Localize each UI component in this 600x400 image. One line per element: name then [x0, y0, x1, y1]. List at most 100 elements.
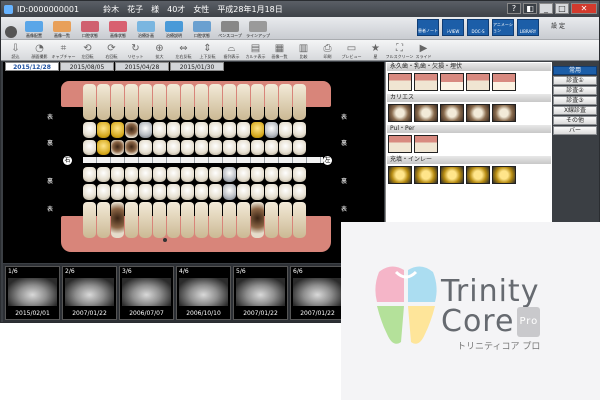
xray-thumbnail[interactable]: 6/6 2007/01/22 — [290, 266, 345, 320]
minimize-button[interactable]: _ — [539, 3, 553, 14]
tooth[interactable] — [125, 84, 138, 120]
tooth[interactable] — [279, 184, 292, 200]
tooth[interactable] — [265, 202, 278, 238]
treatment-stamp[interactable] — [492, 104, 516, 122]
image-toolbar-button-6[interactable]: ⊕ 拡大 — [148, 41, 171, 60]
image-toolbar-button-4[interactable]: ⟳ 右回転 — [100, 41, 123, 60]
tooth[interactable] — [279, 140, 292, 155]
tooth[interactable] — [237, 184, 250, 200]
tooth[interactable] — [251, 202, 264, 238]
tooth[interactable] — [293, 84, 306, 120]
tooth[interactable] — [223, 122, 236, 138]
treatment-stamp[interactable] — [440, 73, 464, 91]
tooth[interactable] — [167, 184, 180, 200]
tooth[interactable] — [181, 184, 194, 200]
tooth[interactable] — [209, 140, 222, 155]
tooth[interactable] — [139, 140, 152, 155]
tooth[interactable] — [195, 167, 208, 182]
tooth[interactable] — [237, 140, 250, 155]
image-toolbar-button-7[interactable]: ⇔ 左右反転 — [172, 41, 195, 60]
tooth[interactable] — [251, 140, 264, 155]
category-exam1-button[interactable]: 診査① — [553, 76, 597, 85]
tooth[interactable] — [265, 122, 278, 138]
tooth[interactable] — [181, 140, 194, 155]
image-toolbar-button-11[interactable]: ▦ 画像一覧 — [268, 41, 291, 60]
treatment-stamp[interactable] — [466, 73, 490, 91]
treatment-stamp[interactable] — [414, 104, 438, 122]
tooth[interactable] — [111, 167, 124, 182]
tooth[interactable] — [181, 122, 194, 138]
tooth[interactable] — [265, 184, 278, 200]
tooth[interactable] — [97, 202, 110, 238]
main-toolbar-button-3[interactable]: 画像状態 — [105, 19, 131, 39]
tooth[interactable] — [195, 84, 208, 120]
tooth[interactable] — [181, 202, 194, 238]
treatment-stamp[interactable] — [466, 166, 490, 184]
tooth[interactable] — [209, 184, 222, 200]
tooth[interactable] — [181, 84, 194, 120]
tooth[interactable] — [125, 140, 138, 155]
tooth[interactable] — [293, 140, 306, 155]
tooth[interactable] — [167, 84, 180, 120]
tab-date-4[interactable]: 2015/01/30 — [170, 62, 224, 71]
tooth[interactable] — [209, 84, 222, 120]
tooth[interactable] — [83, 122, 96, 138]
tooth[interactable] — [97, 122, 110, 138]
tooth[interactable] — [125, 202, 138, 238]
tooth[interactable] — [265, 140, 278, 155]
tooth[interactable] — [139, 202, 152, 238]
tooth[interactable] — [265, 167, 278, 182]
integration-button-4[interactable]: LIBRARY — [517, 19, 539, 36]
treatment-stamp[interactable] — [440, 166, 464, 184]
category-bar-button[interactable]: バー — [553, 126, 597, 135]
tooth[interactable] — [265, 84, 278, 120]
treatment-stamp[interactable] — [466, 104, 490, 122]
integration-button-3[interactable]: アニメーション — [492, 19, 514, 36]
screenshot-button[interactable]: ◧ — [523, 3, 537, 14]
main-toolbar-button-5[interactable]: 治療説明 — [161, 19, 187, 39]
tooth[interactable] — [223, 202, 236, 238]
tooth[interactable] — [139, 184, 152, 200]
tooth[interactable] — [111, 84, 124, 120]
category-common-button[interactable]: 常用 — [553, 66, 597, 75]
tooth[interactable] — [111, 122, 124, 138]
tooth[interactable] — [111, 140, 124, 155]
treatment-stamp[interactable] — [388, 135, 412, 153]
image-toolbar-button-16[interactable]: ⛶ フルスクリーン — [386, 41, 414, 60]
tooth[interactable] — [97, 84, 110, 120]
image-toolbar-button-10[interactable]: ▤ カルテ表示 — [244, 41, 267, 60]
tooth[interactable] — [153, 140, 166, 155]
tooth[interactable] — [167, 122, 180, 138]
tooth[interactable] — [279, 167, 292, 182]
maximize-button[interactable]: □ — [555, 3, 569, 14]
main-toolbar-button-8[interactable]: ラインアップ — [245, 19, 271, 39]
tooth[interactable] — [97, 140, 110, 155]
main-toolbar-button-7[interactable]: ペンスコープ — [217, 19, 243, 39]
tooth[interactable] — [237, 84, 250, 120]
tooth[interactable] — [209, 122, 222, 138]
tooth[interactable] — [167, 167, 180, 182]
tooth[interactable] — [139, 167, 152, 182]
tooth[interactable] — [223, 84, 236, 120]
tooth[interactable] — [153, 84, 166, 120]
image-toolbar-button-17[interactable]: ▶ スライド — [412, 41, 435, 60]
image-toolbar-button-8[interactable]: ⇕ 上下反転 — [196, 41, 219, 60]
xray-thumbnail[interactable]: 2/6 2007/01/22 — [62, 266, 117, 320]
category-other-button[interactable]: その他 — [553, 116, 597, 125]
xray-thumbnail[interactable]: 5/6 2007/01/22 — [233, 266, 288, 320]
tooth[interactable] — [293, 122, 306, 138]
tooth[interactable] — [209, 167, 222, 182]
help-button[interactable]: ? — [507, 3, 521, 14]
tooth[interactable] — [195, 184, 208, 200]
tooth[interactable] — [167, 140, 180, 155]
image-toolbar-button-3[interactable]: ⟲ 左回転 — [76, 41, 99, 60]
tooth[interactable] — [153, 122, 166, 138]
image-toolbar-button-9[interactable]: ⌓ 歯列表示 — [220, 41, 243, 60]
tooth[interactable] — [83, 140, 96, 155]
tooth[interactable] — [83, 202, 96, 238]
category-exam2-button[interactable]: 診査② — [553, 86, 597, 95]
tooth[interactable] — [153, 167, 166, 182]
main-toolbar-button-1[interactable]: 画像一覧 — [49, 19, 75, 39]
tooth[interactable] — [293, 167, 306, 182]
treatment-stamp[interactable] — [440, 104, 464, 122]
